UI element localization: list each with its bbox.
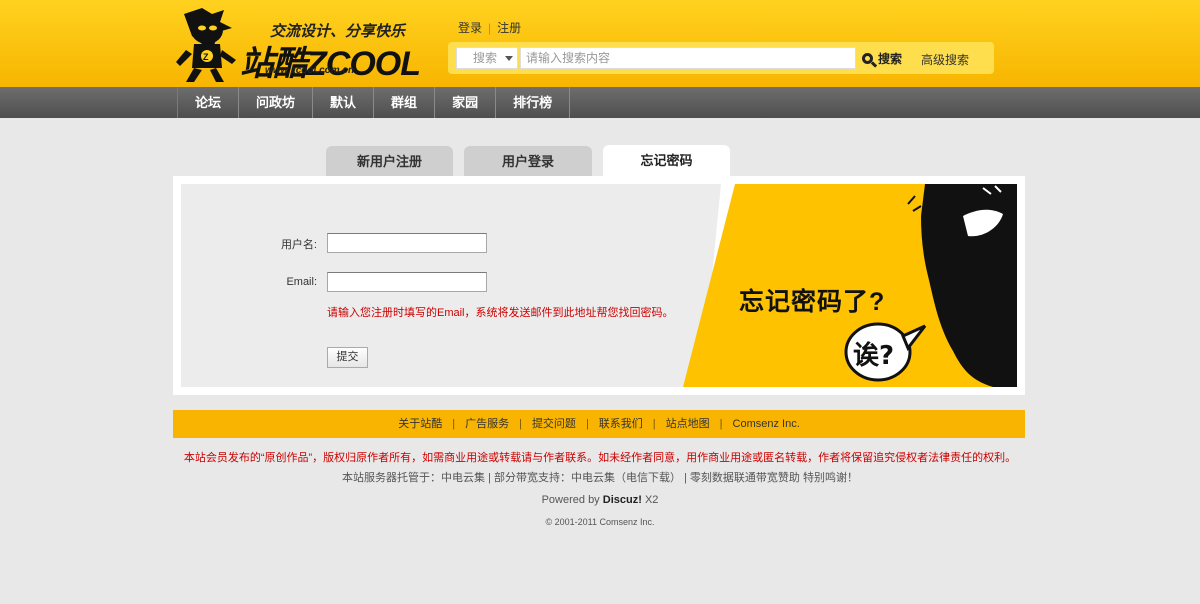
powered-by: Powered by Discuz! X2 — [0, 494, 1200, 506]
username-label: 用户名: — [280, 239, 317, 251]
separator: | — [719, 418, 723, 430]
footer-link-sitemap[interactable]: 站点地图 — [666, 418, 710, 430]
separator: | — [585, 418, 589, 430]
footer-links: 关于站酷 | 广告服务 | 提交问题 | 联系我们 | 站点地图 | Comsenz Inc. — [173, 410, 1025, 438]
footer-link-ads[interactable]: 广告服务 — [465, 418, 509, 430]
nav-item-home[interactable]: 家园 — [435, 87, 497, 118]
footer-link-feedback[interactable]: 提交问题 — [532, 418, 576, 430]
footer-link-about[interactable]: 关于站酷 — [398, 418, 442, 430]
advanced-search-link[interactable]: 高级搜索 — [921, 51, 969, 68]
powered-version: X2 — [644, 494, 659, 506]
copyright: © 2001-2011 Comsenz Inc. — [545, 517, 655, 527]
email-hint: 请输入您注册时填写的Email，系统将发送邮件到此地址帮您找回密码。 — [327, 307, 674, 319]
footer-link-comsenz[interactable]: Comsenz Inc. — [733, 418, 800, 430]
search-button[interactable]: 搜索 — [862, 50, 903, 68]
username-field[interactable] — [327, 233, 487, 253]
site-url: www.zcool.com.cn — [265, 65, 355, 76]
powered-prefix: Powered by — [541, 494, 600, 506]
search-icon — [862, 52, 878, 68]
submit-button[interactable]: 提交 — [327, 347, 368, 368]
search-bar: 搜索 请输入搜索内容 搜索 高级搜索 — [448, 42, 994, 74]
forgot-password-panel: 用户名: Email: 请输入您注册时填写的Email，系统将发送邮件到此地址帮… — [173, 176, 1025, 395]
main-nav: 论坛 问政坊 默认 群组 家园 排行榜 — [0, 87, 1200, 118]
nav-item-groups[interactable]: 群组 — [374, 87, 436, 118]
nav-item-wenzhengfang[interactable]: 问政坊 — [239, 87, 314, 118]
nav-item-default[interactable]: 默认 — [313, 87, 375, 118]
header: Z 交流设计、分享快乐 站酷ZCOOL www.zcool.com.cn 登录 |… — [0, 0, 1200, 87]
chevron-down-icon — [505, 56, 513, 61]
separator: | — [452, 418, 456, 430]
bubble-text: 诶? — [853, 340, 894, 371]
promo-headline: 忘记密码了? — [739, 288, 886, 316]
separator: | — [488, 21, 492, 35]
hosting-info: 本站服务器托管于：中电云集 | 部分带宽支持：中电云集（电信下载） | 零刻数据… — [342, 472, 858, 484]
copyright-notice: 本站会员发布的“原创作品”，版权归原作者所有，如需商业用途或转载请与作者联系。如… — [183, 452, 1017, 464]
nav-item-ranking[interactable]: 排行榜 — [496, 87, 571, 118]
form-area: 用户名: Email: 请输入您注册时填写的Email，系统将发送邮件到此地址帮… — [181, 184, 721, 387]
search-input[interactable]: 请输入搜索内容 — [520, 47, 856, 69]
brand-logo-text[interactable]: 站酷ZCOOL — [240, 36, 421, 85]
search-button-label: 搜索 — [878, 52, 903, 66]
register-link[interactable]: 注册 — [497, 21, 521, 35]
search-category-select[interactable]: 搜索 — [456, 47, 518, 69]
separator: | — [519, 418, 522, 430]
svg-text:Z: Z — [203, 52, 209, 62]
search-category-value: 搜索 — [473, 51, 498, 65]
footer-link-contact[interactable]: 联系我们 — [599, 418, 643, 430]
tab-login[interactable]: 用户登录 — [464, 146, 592, 177]
email-label: Email: — [286, 276, 317, 288]
email-field[interactable] — [327, 272, 487, 292]
login-link[interactable]: 登录 — [458, 21, 482, 35]
discuz-link[interactable]: Discuz! — [603, 494, 642, 506]
separator: | — [652, 418, 656, 430]
tab-register[interactable]: 新用户注册 — [326, 146, 453, 177]
tab-forgot-password[interactable]: 忘记密码 — [603, 145, 730, 177]
top-links: 登录 | 注册 — [458, 19, 521, 36]
nav-item-forum[interactable]: 论坛 — [178, 87, 240, 118]
